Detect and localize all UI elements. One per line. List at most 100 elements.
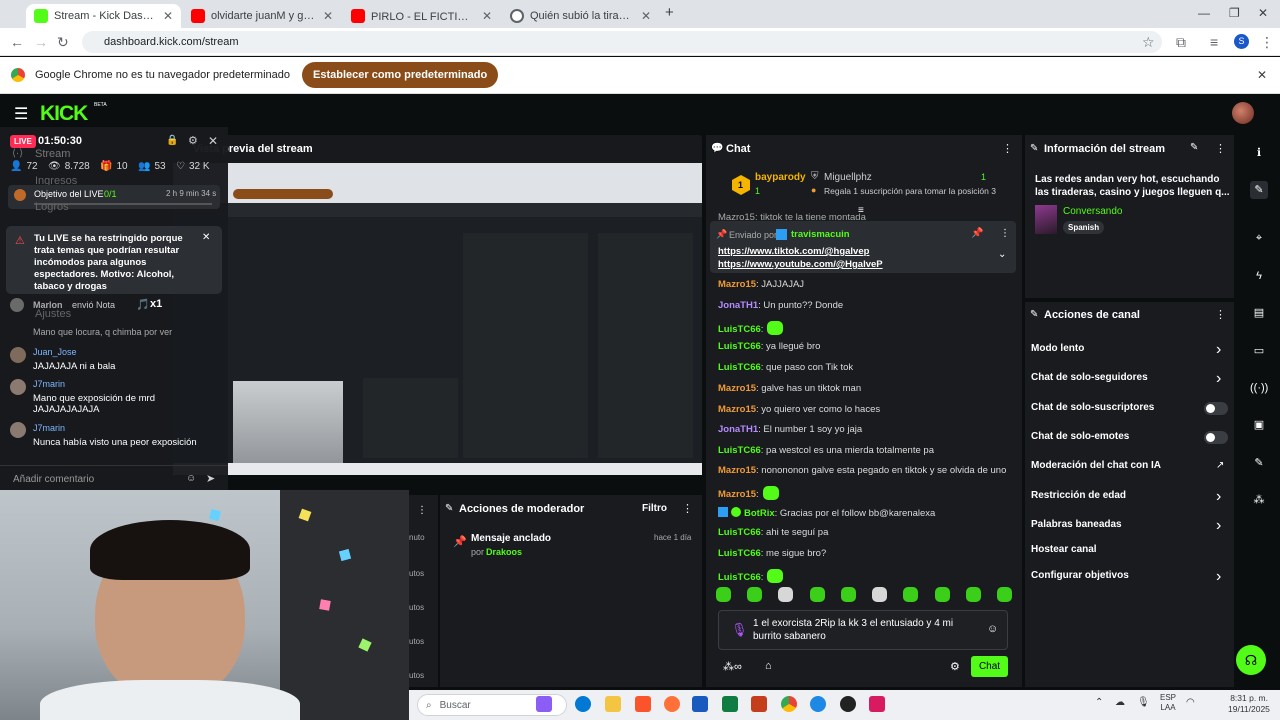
menu-dots-icon[interactable]: ⋮ [1215, 308, 1226, 321]
edit-panel-icon[interactable]: ✎ [1250, 181, 1268, 199]
wifi-icon[interactable]: ◠ [1186, 697, 1195, 708]
camera-icon[interactable]: ⌖ [1250, 229, 1268, 247]
emote-shortcut-icon[interactable] [778, 587, 794, 602]
emote-shortcut-icon[interactable] [965, 587, 981, 602]
chevron-down-icon[interactable]: ⌄ [998, 249, 1006, 260]
pinned-user[interactable]: Drakoos [486, 547, 522, 557]
chat-username[interactable]: BotRix [744, 508, 775, 519]
category-name[interactable]: Conversando [1063, 206, 1122, 217]
broadcast-icon[interactable]: ((·)) [1250, 379, 1268, 397]
address-bar[interactable]: dashboard.kick.com/stream [82, 31, 1162, 53]
chat-input[interactable]: 🎙 1 el exorcista 2Rip la kk 3 el entusia… [718, 610, 1008, 650]
menu-dots-icon[interactable]: ⋮ [1215, 142, 1226, 155]
media-icon[interactable]: ≡ [1210, 34, 1218, 50]
channel-action-item[interactable]: Moderación del chat con IA [1031, 460, 1161, 471]
chat-username[interactable]: Mazro15 [718, 404, 756, 415]
menu-dots-icon[interactable]: ⋮ [1260, 34, 1274, 51]
close-warning-icon[interactable]: ✕ [202, 232, 210, 243]
toggle-switch[interactable] [1204, 431, 1228, 444]
close-tab-icon[interactable]: ✕ [641, 9, 651, 23]
new-tab-icon[interactable]: + [665, 4, 674, 21]
tab-kick-dashboard[interactable]: Stream - Kick Dashboard ✕ [26, 4, 181, 28]
minimize-icon[interactable]: — [1198, 6, 1210, 20]
chevron-right-icon[interactable]: › [1216, 488, 1221, 506]
microphone-icon[interactable]: 🎙 [731, 622, 748, 638]
layout-icon[interactable]: ▣ [1250, 416, 1268, 434]
support-headset-icon[interactable]: ☊ [1236, 645, 1266, 675]
filter-button[interactable]: Filtro [642, 503, 667, 514]
clock[interactable]: 8:31 p. m. 19/11/2025 [1228, 693, 1270, 715]
forward-icon[interactable]: → [34, 34, 48, 50]
emote-shortcut-icon[interactable] [996, 587, 1012, 602]
chat-icon[interactable]: ▭ [1250, 342, 1268, 360]
top-gifter-name[interactable]: bayparody [755, 172, 806, 183]
reload-icon[interactable]: ↻ [57, 34, 69, 51]
close-banner-icon[interactable]: ✕ [1257, 68, 1267, 82]
channel-action-item[interactable]: Chat de solo-suscriptores [1031, 402, 1154, 413]
emote-shortcut-icon[interactable] [840, 587, 856, 602]
chat-username[interactable]: Mazro15 [718, 489, 756, 500]
language-indicator[interactable]: ESP LAA [1160, 693, 1176, 713]
send-icon[interactable]: ➤ [206, 472, 215, 485]
channel-action-item[interactable]: Chat de solo-emotes [1031, 431, 1129, 442]
chrome-icon[interactable] [781, 696, 797, 712]
points-icon[interactable]: ⁂∞ [723, 660, 742, 673]
chat-username[interactable]: LuisTC66 [718, 445, 761, 456]
menu-dots-icon[interactable]: ⋮ [1002, 142, 1013, 155]
close-overlay-icon[interactable]: ✕ [208, 134, 218, 148]
back-icon[interactable]: ← [10, 34, 24, 50]
emote-shortcut-icon[interactable] [716, 587, 731, 602]
bookmark-star-icon[interactable]: ☆ [1142, 34, 1155, 51]
pinned-user[interactable]: travismacuin [791, 229, 850, 240]
powerpoint-icon[interactable] [751, 696, 767, 712]
pinned-message[interactable]: 📌 Enviado por travismacuin 📌 ⋮ https://w… [710, 221, 1016, 273]
widget-icon[interactable] [536, 696, 552, 712]
pinned-link[interactable]: https://www.youtube.com/@HgalveP [718, 259, 883, 270]
document-icon[interactable]: ▤ [1250, 304, 1268, 322]
chrome-profile-icon[interactable] [810, 696, 826, 712]
second-gifter-name[interactable]: Miguellphz [824, 172, 872, 183]
chevron-right-icon[interactable]: › [1216, 370, 1221, 388]
edit-icon[interactable]: ✎ [1190, 142, 1198, 153]
stream-preview-video[interactable] [173, 163, 702, 475]
tray-chevron-icon[interactable]: ⌃ [1095, 697, 1103, 708]
pinned-link[interactable]: https://www.tiktok.com/@hgalvep [718, 246, 869, 257]
tab-search[interactable]: Quién subió la tiradera ✕ [502, 4, 659, 28]
chat-username[interactable]: LuisTC66 [718, 324, 761, 335]
microphone-tray-icon[interactable]: 🎙 [1137, 697, 1150, 708]
chevron-right-icon[interactable]: › [1216, 568, 1221, 586]
emoji-picker-icon[interactable]: ☺ [987, 623, 998, 635]
emote-shortcut-icon[interactable] [747, 587, 763, 602]
set-default-button[interactable]: Establecer como predeterminado [302, 62, 499, 88]
info-icon[interactable]: ℹ [1250, 144, 1268, 162]
chat-username[interactable]: LuisTC66 [718, 527, 761, 538]
chevron-right-icon[interactable]: › [1216, 517, 1221, 535]
emote-shortcut-icon[interactable] [934, 587, 950, 602]
firefox-icon[interactable] [664, 696, 680, 712]
word-icon[interactable] [692, 696, 708, 712]
channel-action-item[interactable]: Configurar objetivos [1031, 570, 1129, 581]
chat-settings-icon[interactable]: ⚙ [950, 660, 960, 673]
send-chat-button[interactable]: Chat [971, 656, 1008, 677]
chat-username[interactable]: JonaTH1 [718, 424, 758, 435]
external-link-icon[interactable]: ↗ [1216, 460, 1224, 471]
chat-username[interactable]: LuisTC66 [718, 362, 761, 373]
profile-avatar[interactable]: S [1234, 34, 1249, 49]
chat-username[interactable]: Mazro15 [718, 279, 756, 290]
close-tab-icon[interactable]: ✕ [163, 9, 173, 23]
pin-action-icon[interactable]: 📌 [971, 228, 983, 239]
chat-username[interactable]: JonaTH1 [718, 300, 758, 311]
tab-youtube-1[interactable]: olvidarte juanM y galvep - YouT ✕ [183, 4, 341, 28]
tray-app-icon[interactable]: ☁ [1115, 697, 1125, 708]
comment-input[interactable]: Añadir comentario ☺ ➤ [0, 465, 228, 491]
channel-action-item[interactable]: Hostear canal [1031, 544, 1097, 555]
lock-icon[interactable]: 🔒 [166, 135, 178, 146]
excel-icon[interactable] [722, 696, 738, 712]
user-avatar[interactable] [1232, 102, 1254, 124]
emote-shortcut-icon[interactable] [809, 587, 825, 602]
emoji-icon[interactable]: ☺ [186, 473, 196, 484]
chat-username[interactable]: LuisTC66 [718, 572, 761, 583]
nodes-icon[interactable]: ⁂ [1250, 491, 1268, 509]
lightning-icon[interactable]: ϟ [1250, 267, 1268, 285]
close-tab-icon[interactable]: ✕ [482, 9, 492, 23]
